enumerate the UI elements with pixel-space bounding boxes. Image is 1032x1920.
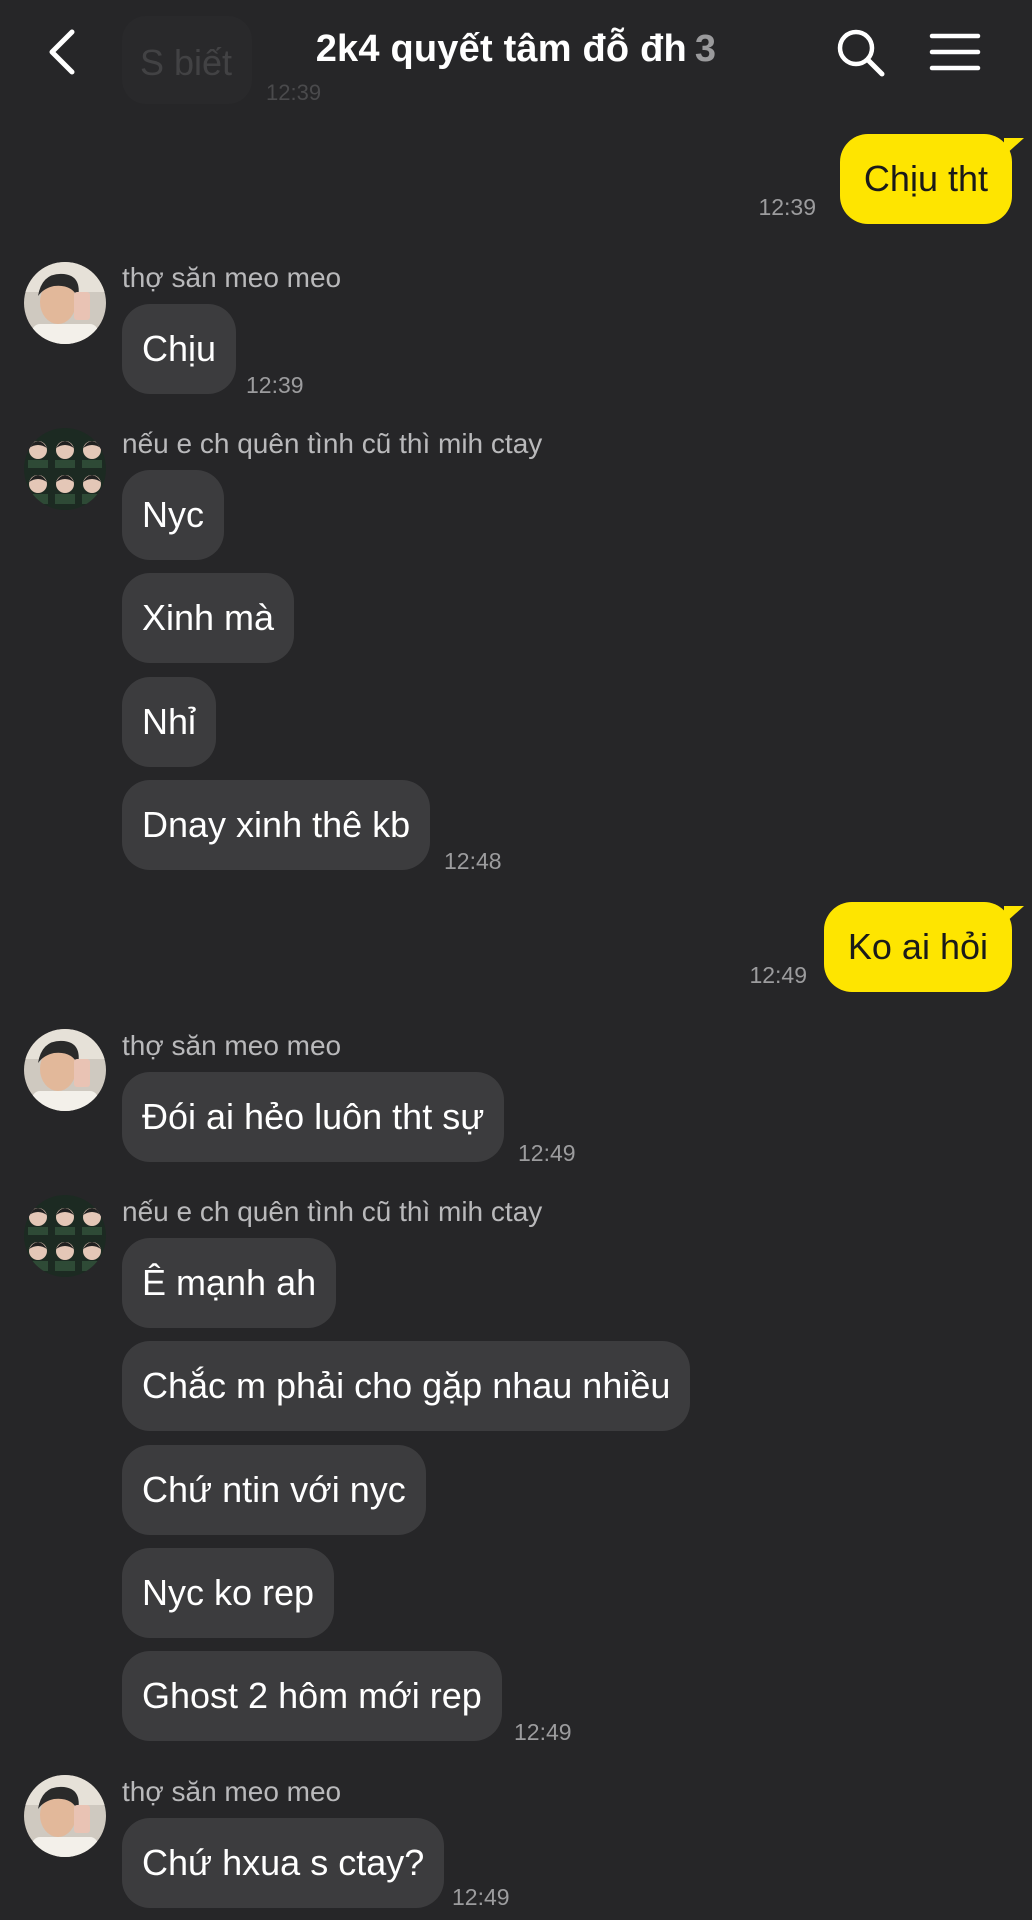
sender-name: nếu e ch quên tình cũ thì mih ctay [122, 428, 543, 459]
avatar-neu-e-ch-quen-tinh-cu[interactable] [24, 428, 106, 510]
incoming-message-bubble[interactable]: Đói ai hẻo luôn tht sự [122, 1072, 505, 1162]
incoming-message-bubble[interactable]: Nyc [122, 470, 224, 560]
incoming-message-bubble[interactable]: Chứ hxua s ctay? [122, 1818, 445, 1908]
search-icon [837, 29, 885, 77]
member-count: 3 [694, 28, 717, 70]
sender-name: thợ săn meo meo [122, 262, 342, 293]
avatar-tho-san-meo-meo[interactable] [24, 1775, 106, 1857]
incoming-message-bubble[interactable]: Dnay xinh thê kb [122, 780, 431, 870]
incoming-message-bubble[interactable]: Chứ ntin với nyc [122, 1445, 426, 1535]
incoming-message-bubble[interactable]: Nhỉ [122, 677, 217, 767]
incoming-message-bubble[interactable]: Nyc ko rep [122, 1548, 335, 1638]
incoming-message-time: 12:49 [452, 1884, 510, 1910]
sender-name: thợ săn meo meo [122, 1776, 342, 1807]
hamburger-menu-icon [929, 33, 981, 71]
outgoing-message-bubble[interactable]: Ko ai hỏi [823, 902, 1025, 992]
avatar-tho-san-meo-meo[interactable] [24, 1029, 106, 1111]
incoming-message-time: 12:48 [444, 848, 502, 874]
outgoing-message-time: 12:39 [758, 194, 816, 220]
incoming-message-time: 12:39 [246, 372, 304, 398]
incoming-message-bubble[interactable]: Ê mạnh ah [122, 1238, 337, 1328]
incoming-message-time: 12:49 [518, 1140, 576, 1166]
chat-header: 2k4 quyết tâm đỗ đh 3 [0, 0, 1032, 104]
chat-title-text: 2k4 quyết tâm đỗ đh [315, 28, 687, 70]
menu-button[interactable] [924, 22, 986, 82]
outgoing-message-bubble[interactable]: Chịu tht [839, 134, 1025, 224]
avatar-tho-san-meo-meo[interactable] [24, 262, 106, 344]
outgoing-message-time: 12:49 [749, 962, 807, 988]
avatar-neu-e-ch-quen-tinh-cu[interactable] [24, 1195, 106, 1277]
incoming-message-bubble[interactable]: Ghost 2 hôm mới rep [122, 1651, 502, 1741]
sender-name: nếu e ch quên tình cũ thì mih ctay [122, 1196, 543, 1227]
incoming-message-bubble[interactable]: Xinh mà [122, 573, 295, 663]
incoming-message-bubble[interactable]: Chắc m phải cho gặp nhau nhiều [122, 1341, 691, 1431]
incoming-message-bubble[interactable]: Chịu [122, 304, 237, 394]
search-button[interactable] [830, 22, 890, 82]
sender-name: thợ săn meo meo [122, 1030, 342, 1061]
incoming-message-time: 12:49 [514, 1719, 572, 1745]
chat-screen: S biết 12:39 2k4 quyết tâm đỗ đh3 12:39 [0, 0, 1032, 1920]
